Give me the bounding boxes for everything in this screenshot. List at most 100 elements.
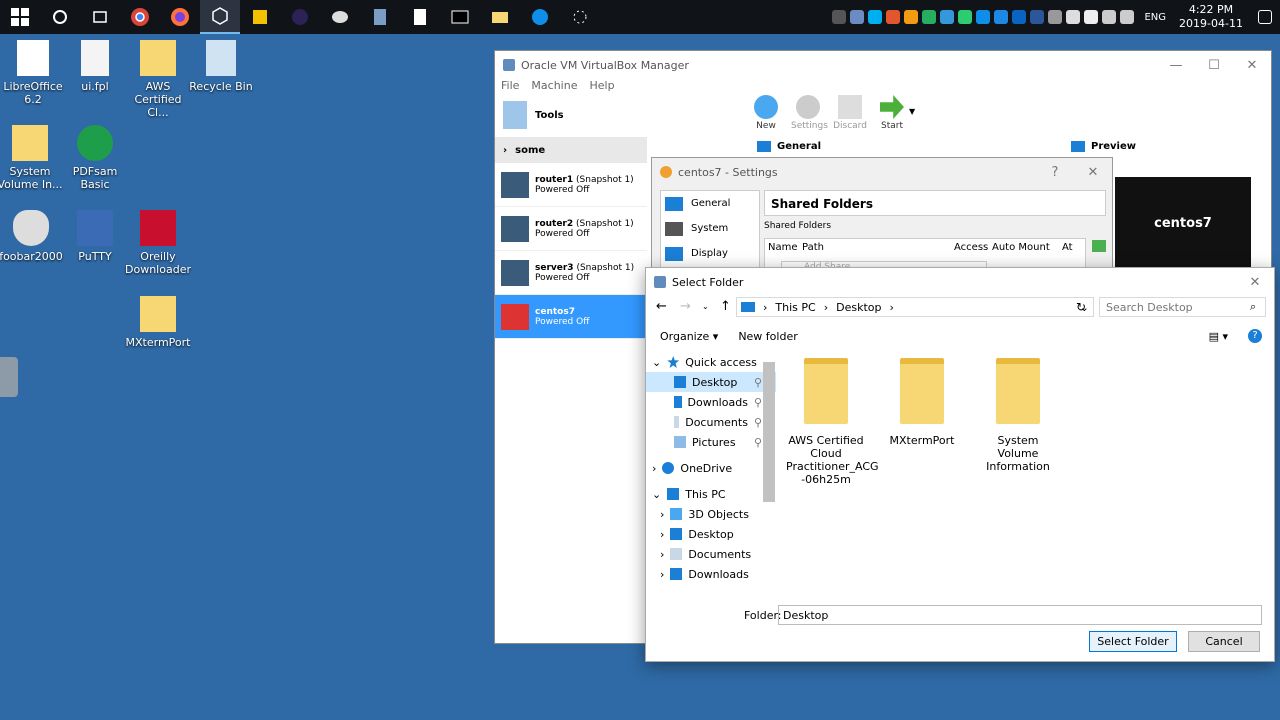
shield-icon[interactable] [1066,10,1081,24]
desktop-icon-pdfsam[interactable]: PDFsam Basic [62,125,128,191]
tree-this-pc[interactable]: ⌄ This PC [646,484,776,504]
terminal-taskbar-button[interactable] [440,0,480,34]
explorer-taskbar-button[interactable] [480,0,520,34]
add-folder-icon[interactable] [1092,240,1106,252]
preview-section-header[interactable]: Preview [1071,141,1136,152]
desktop-icon-putty[interactable]: PuTTY [62,210,128,263]
general-section-header[interactable]: General [757,141,821,152]
nav-system[interactable]: System [661,216,759,241]
menu-machine[interactable]: Machine [531,79,577,95]
tree-downloads-pc[interactable]: › Downloads [646,564,776,584]
app-taskbar-button-2[interactable] [280,0,320,34]
tray-app-icon[interactable] [922,10,937,24]
desktop-icon-aws[interactable]: AWS Certified Cl... [125,40,191,119]
tray-app-icon[interactable] [904,10,919,24]
forward-icon[interactable]: → [680,299,691,314]
start-vm-button[interactable]: Start [875,95,909,131]
volume-icon[interactable] [1120,10,1135,24]
tree-documents-pc[interactable]: › Documents [646,544,776,564]
refresh-icon[interactable]: ↻ [1076,300,1086,314]
tray-app-icon[interactable] [958,10,973,24]
tools-item[interactable]: Tools [503,101,564,129]
start-dropdown-icon[interactable]: ▼ [909,107,915,131]
breadcrumb-this-pc[interactable]: This PC [775,301,815,314]
task-view-button[interactable] [80,0,120,34]
tree-desktop-quick[interactable]: Desktop ⚲ [646,372,776,392]
discard-button[interactable]: Discard [833,95,867,131]
skype-icon[interactable] [868,10,883,24]
view-options-icon[interactable]: ▤ ▾ [1209,330,1228,343]
tree-pictures-quick[interactable]: Pictures ⚲ [646,432,776,452]
virtualbox-taskbar-button[interactable] [200,0,240,34]
tray-app-icon[interactable] [886,10,901,24]
desktop-icon-system-volume[interactable]: System Volume In... [0,125,63,191]
teamviewer-taskbar-button[interactable] [520,0,560,34]
close-button[interactable]: ✕ [1233,58,1271,73]
file-item-aws[interactable]: AWS Certified Cloud Practitioner_ACG -06… [786,358,879,486]
menu-help[interactable]: Help [589,79,614,95]
tree-3d-objects[interactable]: › 3D Objects [646,504,776,524]
help-button[interactable]: ? [1036,165,1074,180]
cancel-button[interactable]: Cancel [1188,631,1260,652]
desktop-icon-libreoffice[interactable]: LibreOffice 6.2 [0,40,66,106]
vm-item-router1[interactable]: router1 (Snapshot 1) Powered Off [495,163,647,207]
menu-file[interactable]: File [501,79,519,95]
word-icon[interactable] [1030,10,1045,24]
tray-app-icon[interactable] [940,10,955,24]
help-icon[interactable]: ? [1248,329,1262,343]
new-folder-button[interactable]: New folder [738,330,797,343]
clock[interactable]: 4:22 PM 2019-04-11 [1176,3,1246,31]
close-button[interactable]: ✕ [1236,275,1274,290]
app-taskbar-button-4[interactable] [360,0,400,34]
wifi-icon[interactable] [1102,10,1117,24]
file-item-mxtermport[interactable]: MXtermPort [882,358,962,486]
app-taskbar-button-3[interactable] [320,0,360,34]
file-item-system-volume[interactable]: System Volume Information [978,358,1058,486]
vm-item-centos7[interactable]: centos7 Powered Off [495,295,647,339]
tree-quick-access[interactable]: ⌄ Quick access [646,352,776,372]
desktop-icon-foobar2000[interactable]: foobar2000 [0,210,64,263]
address-bar[interactable]: › This PC › Desktop › ⌄ [736,297,1094,317]
tray-app-icon[interactable] [1048,10,1063,24]
desktop-icon-recycle-bin[interactable]: Recycle Bin [188,40,254,93]
nav-display[interactable]: Display [661,241,759,266]
cortana-button[interactable] [40,0,80,34]
organize-button[interactable]: Organize ▾ [660,330,718,343]
back-icon[interactable]: ← [656,299,667,314]
settings-button[interactable]: Settings [791,95,828,131]
chrome-taskbar-button[interactable] [120,0,160,34]
column-auto-mount[interactable]: Auto Mount [992,242,1062,253]
language-indicator[interactable]: ENG [1144,12,1166,23]
app-taskbar-button-1[interactable] [240,0,280,34]
column-access[interactable]: Access [954,242,992,253]
tray-app-icon[interactable] [994,10,1009,24]
recent-dropdown-icon[interactable]: ⌄ [702,302,709,311]
loading-taskbar-button[interactable] [560,0,600,34]
folder-input[interactable]: Desktop [778,605,1262,625]
select-folder-button[interactable]: Select Folder [1089,631,1177,652]
up-icon[interactable]: ↑ [720,299,731,314]
tray-app-icon[interactable] [850,10,865,24]
search-input[interactable]: Search Desktop [1099,297,1266,317]
desktop-icon-mxtermport[interactable]: MXtermPort [125,296,191,349]
bluetooth-icon[interactable] [1012,10,1027,24]
desktop-icon-ui-fpl[interactable]: ui.fpl [62,40,128,93]
column-name[interactable]: Name [768,242,802,253]
people-icon[interactable] [832,10,847,24]
minimize-button[interactable]: — [1157,58,1195,73]
new-button[interactable]: New [749,95,783,131]
vm-item-router2[interactable]: router2 (Snapshot 1) Powered Off [495,207,647,251]
notification-icon[interactable] [1258,10,1272,24]
column-path[interactable]: Path [802,242,954,253]
column-at[interactable]: At [1062,242,1073,253]
desktop-icon-oreilly[interactable]: Oreilly Downloader [125,210,191,276]
start-button[interactable] [0,0,40,34]
nav-general[interactable]: General [661,191,759,216]
battery-icon[interactable] [1084,10,1099,24]
app-taskbar-button-5[interactable] [400,0,440,34]
teamviewer-tray-icon[interactable] [976,10,991,24]
vm-group[interactable]: › some [495,137,647,163]
tree-documents-quick[interactable]: Documents ⚲ [646,412,776,432]
vm-item-server3[interactable]: server3 (Snapshot 1) Powered Off [495,251,647,295]
close-button[interactable]: ✕ [1074,165,1112,180]
